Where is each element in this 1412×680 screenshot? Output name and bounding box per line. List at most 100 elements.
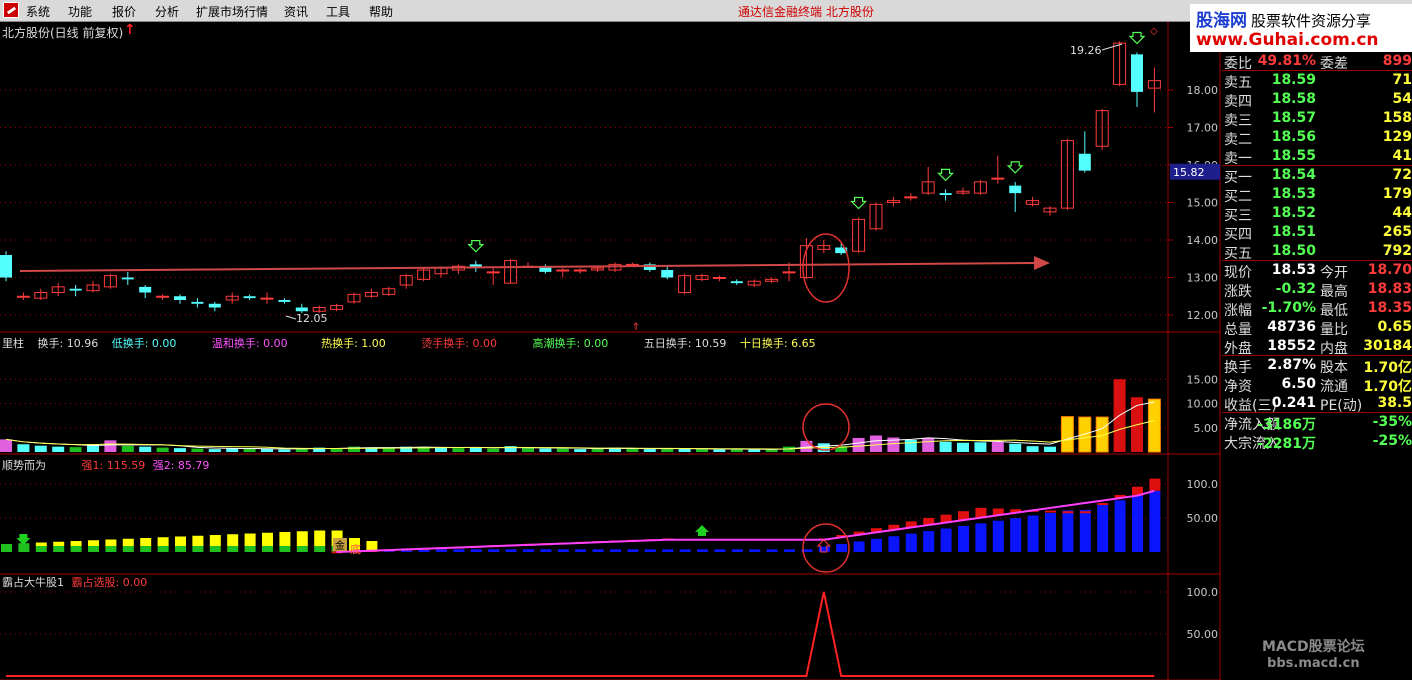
app-logo-icon[interactable] <box>3 2 19 18</box>
trend-axis-label: 100.0 <box>1187 478 1219 491</box>
quote-label: 涨幅 <box>1224 303 1252 319</box>
quote-row: 卖五 18.59 71 <box>1222 71 1412 91</box>
quote-value-2: 18.70 <box>1367 262 1412 278</box>
candle-body <box>260 297 274 300</box>
quote-value: 49.81% <box>1257 53 1316 69</box>
trend-blue-bar <box>592 549 604 552</box>
quote-row: 现价 18.53 今开 18.70 <box>1222 261 1412 281</box>
bull-pick-value: 霸占选股: 0.00 <box>71 576 148 589</box>
quote-value: -3186万 <box>1257 417 1316 433</box>
quote-label-2: 流通 <box>1320 379 1348 395</box>
menu-extended-market[interactable]: 扩展市场行情 <box>196 3 268 20</box>
turnover-bar <box>156 447 169 452</box>
trend-blue-bar <box>784 549 795 552</box>
gold-tag-label: 金 <box>335 539 345 552</box>
price-axis-label: 12.00 <box>1187 309 1219 322</box>
trend-blue-bar <box>888 536 900 552</box>
quote-label: 卖五 <box>1224 75 1252 91</box>
trend-blue-bar <box>940 528 952 552</box>
menu-quote[interactable]: 报价 <box>112 3 136 20</box>
candle-body <box>991 177 1005 180</box>
quote-label: 卖二 <box>1224 132 1252 148</box>
trend-green-bar <box>122 546 134 552</box>
turnover-bar <box>574 449 587 452</box>
candle-body <box>904 196 918 199</box>
quote-value-2: 54 <box>1392 91 1412 107</box>
turnover-bar <box>974 442 987 452</box>
trend-green-bar <box>105 546 117 552</box>
macd-watermark: MACD股票论坛 bbs.macd.cn <box>1262 636 1365 671</box>
diamond-marker-icon: ◇ <box>1150 26 1158 37</box>
trend-yellow-bar <box>296 531 308 546</box>
down-arrow-icon <box>850 196 868 210</box>
candle-body <box>156 295 170 298</box>
candle-body <box>139 286 152 293</box>
quote-label: 买四 <box>1224 227 1252 243</box>
trend-red-bar <box>1045 510 1056 513</box>
trend-blue-bar <box>1132 495 1143 552</box>
menu-news[interactable]: 资讯 <box>284 3 308 20</box>
bull-legend: 霸占大牛股1 霸占选股: 0.00 <box>2 574 157 590</box>
trend-blue-bar <box>1027 515 1039 552</box>
turnover-bar <box>1147 398 1161 453</box>
candle-body <box>939 193 952 195</box>
candle-body <box>712 277 726 279</box>
candle-body <box>295 307 308 312</box>
turnover-bar <box>243 448 256 452</box>
menu-tools[interactable]: 工具 <box>326 3 350 20</box>
turnover-bar <box>174 448 186 452</box>
turnover-bar <box>748 449 761 452</box>
trend-yellow-bar <box>1 544 12 546</box>
quote-value: 18.50 <box>1271 243 1316 259</box>
trend-blue-bar <box>523 549 534 552</box>
price-axis-label: 18.00 <box>1187 84 1219 97</box>
menu-function[interactable]: 功能 <box>68 3 92 20</box>
quote-value: 18.58 <box>1271 91 1316 107</box>
strong1-value: 强1: 115.59 <box>81 459 146 472</box>
quote-value: 18.53 <box>1271 262 1316 278</box>
menu-analysis[interactable]: 分析 <box>155 3 179 20</box>
quote-label-2: 今开 <box>1320 265 1348 281</box>
quote-value-2: 899 <box>1382 53 1412 69</box>
trend-green-bar <box>244 546 256 552</box>
quote-label-2: 量比 <box>1320 322 1348 338</box>
trend-blue-bar <box>1010 518 1022 552</box>
quote-row: 总量 48736 量比 0.65 <box>1222 318 1412 338</box>
trend-blue-bar <box>766 549 778 552</box>
quote-label: 净资 <box>1224 379 1252 395</box>
down-arrow-icon <box>1006 161 1024 174</box>
menu-help[interactable]: 帮助 <box>369 3 393 20</box>
turnover-legend: 里柱 换手: 10.96 低换手: 0.00 温和换手: 0.00 热换手: 1… <box>2 335 826 351</box>
trend-yellow-bar <box>279 532 291 546</box>
candle-body <box>730 281 743 284</box>
trend-blue-bar <box>853 541 865 552</box>
quote-label: 买三 <box>1224 208 1252 224</box>
quote-value-2: 72 <box>1392 167 1412 183</box>
trend-yellow-bar <box>105 539 117 546</box>
quote-row: 卖四 18.58 54 <box>1222 90 1412 110</box>
quote-row: 净资 6.50 流通 1.70亿 <box>1222 375 1412 395</box>
quote-label-2: 最高 <box>1320 284 1348 300</box>
quote-value: -1.70% <box>1261 300 1316 316</box>
price-axis-label: 13.00 <box>1187 272 1219 285</box>
quote-row: 买三 18.52 44 <box>1222 204 1412 224</box>
turnover-bar <box>626 448 639 452</box>
menu-system[interactable]: 系统 <box>26 3 50 20</box>
turnover-bar <box>1044 446 1056 452</box>
candle-body <box>573 269 587 272</box>
turnover-bar <box>591 448 604 452</box>
chart-area[interactable]: 18.0017.0016.0015.0014.0013.0012.0019.26… <box>0 22 1412 680</box>
turnover-bar <box>852 437 865 452</box>
trend-blue-bar <box>923 531 935 552</box>
current-price-label: 15.82 <box>1173 166 1205 179</box>
trend-green-bar <box>175 546 186 552</box>
quote-label: 卖四 <box>1224 94 1252 110</box>
quote-value: 18.56 <box>1271 129 1316 145</box>
quote-value-2: 18.35 <box>1367 300 1412 316</box>
highlight-circle <box>802 403 850 451</box>
quote-label: 买二 <box>1224 189 1252 205</box>
quote-row: 涨跌 -0.32 最高 18.83 <box>1222 280 1412 300</box>
turnover-bar <box>191 448 204 452</box>
turnover-bar <box>957 442 969 452</box>
candle-body <box>243 296 256 299</box>
